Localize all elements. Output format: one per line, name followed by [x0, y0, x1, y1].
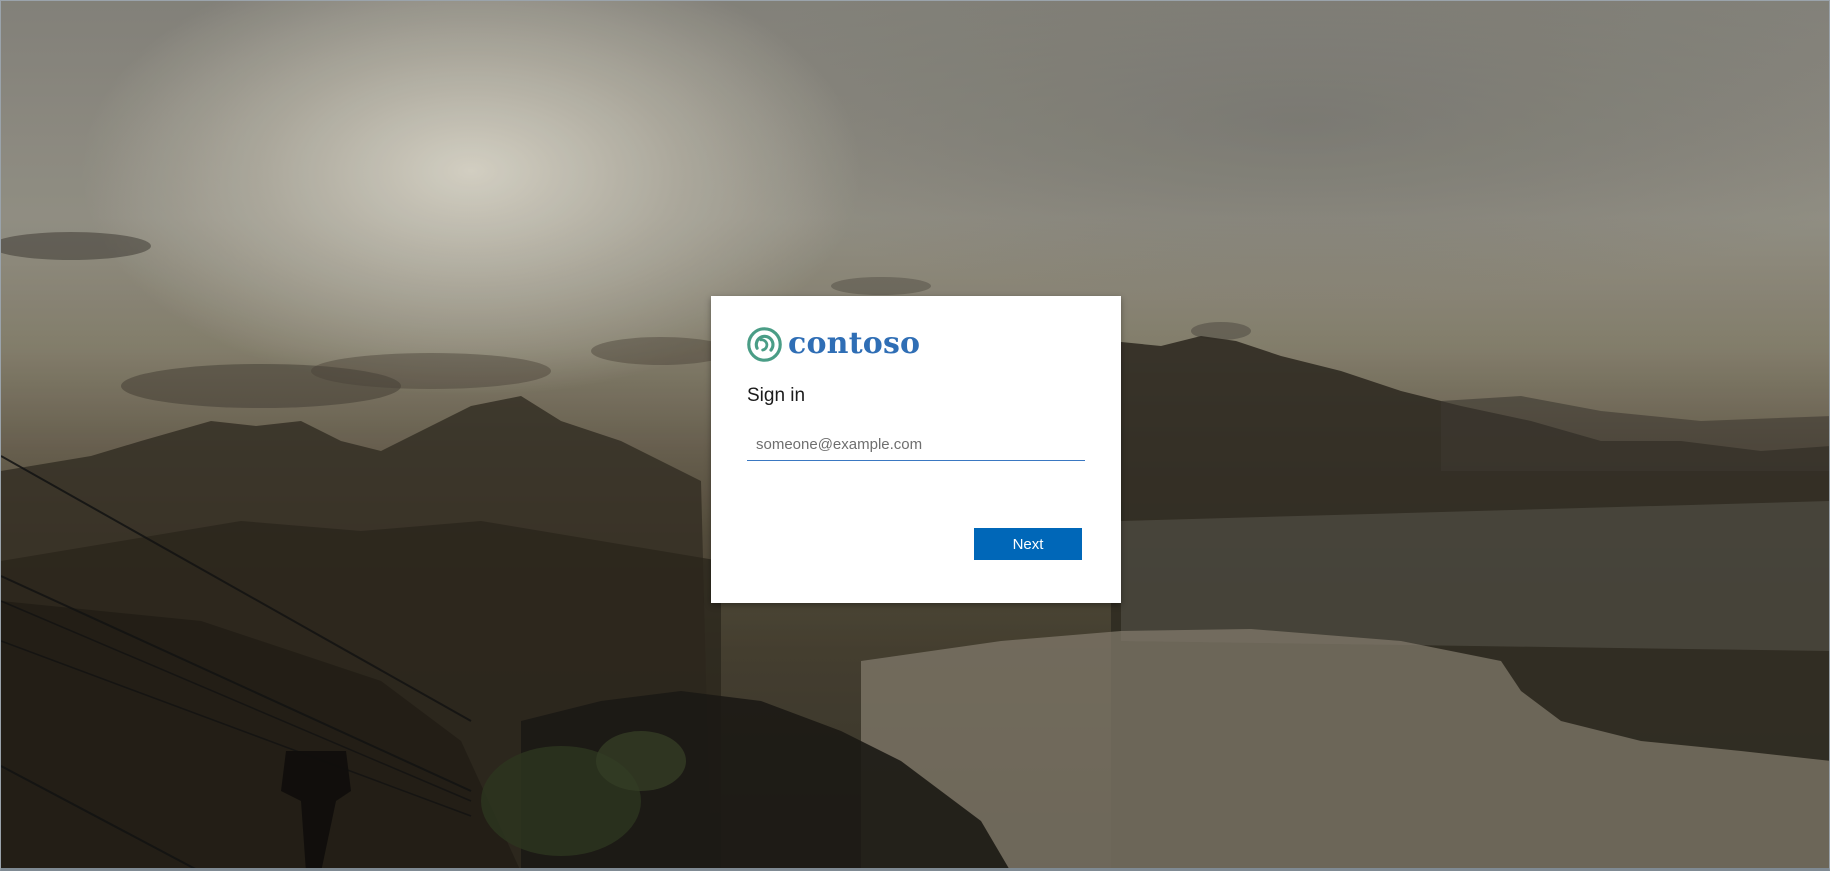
- next-button[interactable]: Next: [974, 528, 1082, 560]
- contoso-ring-logo-icon: [747, 326, 782, 362]
- signin-card: contoso Sign in Next: [711, 296, 1121, 603]
- brand-name: contoso: [788, 326, 921, 361]
- signin-actions: Next: [974, 528, 1082, 560]
- email-field[interactable]: [747, 428, 1085, 461]
- signin-title: Sign in: [747, 385, 806, 406]
- brand-header: contoso: [746, 324, 1085, 364]
- browser-window: contoso Sign in Next: [0, 0, 1830, 871]
